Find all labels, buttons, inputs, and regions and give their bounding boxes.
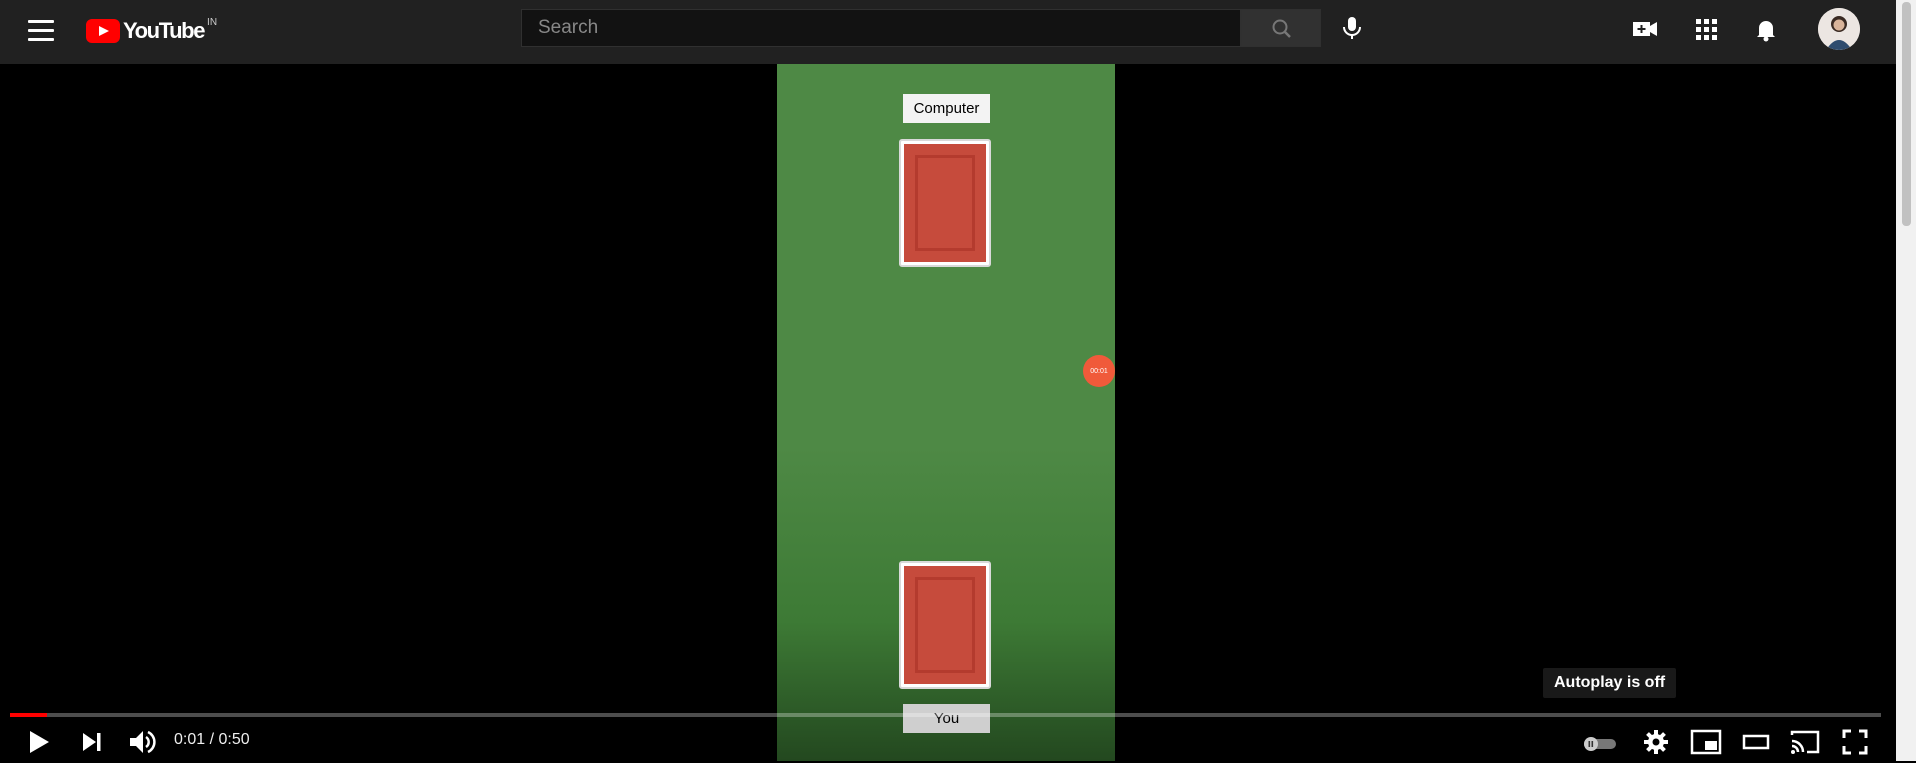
time-display: 0:01 / 0:50 — [174, 731, 250, 749]
card-back — [904, 144, 986, 262]
skip-next-icon — [83, 733, 101, 751]
apps-button[interactable] — [1689, 12, 1723, 46]
miniplayer-icon — [1690, 729, 1722, 755]
time-current: 0:01 — [174, 731, 206, 748]
region-code: IN — [207, 16, 218, 28]
card-back — [904, 566, 986, 684]
progress-bar[interactable] — [10, 713, 1881, 717]
settings-button[interactable] — [1641, 727, 1671, 757]
video-camera-plus-icon — [1633, 22, 1657, 36]
fullscreen-icon — [1842, 729, 1868, 755]
miniplayer-button[interactable] — [1690, 728, 1722, 756]
theater-mode-button[interactable] — [1741, 728, 1771, 756]
microphone-icon — [1343, 17, 1361, 39]
account-avatar[interactable] — [1818, 8, 1860, 50]
computer-label: Computer — [903, 94, 990, 123]
bell-icon — [1757, 21, 1775, 42]
next-button[interactable] — [78, 728, 106, 756]
search-input[interactable] — [522, 10, 1240, 46]
apps-grid-icon — [1696, 19, 1717, 40]
autoplay-toggle-icon — [1584, 737, 1616, 751]
logo-text: YouTube — [123, 18, 205, 43]
hamburger-menu-icon[interactable] — [28, 20, 54, 42]
player-card — [899, 561, 991, 689]
theater-mode-icon — [1742, 734, 1770, 750]
cast-icon — [1790, 730, 1820, 754]
masthead: YouTube IN — [0, 0, 1896, 64]
fullscreen-button[interactable] — [1840, 727, 1870, 757]
youtube-play-icon — [86, 19, 120, 43]
notifications-button[interactable] — [1749, 12, 1783, 46]
autoplay-toggle[interactable] — [1582, 731, 1618, 755]
volume-icon — [130, 730, 156, 754]
player-label: You — [903, 704, 990, 733]
timer-badge: 00:01 — [1083, 355, 1115, 387]
youtube-logo[interactable]: YouTube IN — [86, 14, 217, 48]
gear-icon — [1644, 730, 1668, 754]
autoplay-tooltip: Autoplay is off — [1543, 668, 1677, 698]
play-icon — [30, 731, 49, 753]
voice-search-button[interactable] — [1336, 12, 1368, 44]
cast-button[interactable] — [1789, 727, 1821, 757]
time-separator: / — [205, 731, 219, 748]
time-total: 0:50 — [218, 731, 250, 748]
scrollbar-thumb[interactable] — [1902, 2, 1911, 226]
mute-button[interactable] — [126, 726, 158, 758]
search-box — [521, 9, 1241, 47]
play-button[interactable] — [24, 727, 54, 757]
create-video-button[interactable] — [1628, 12, 1662, 46]
computer-card — [899, 139, 991, 267]
progress-played — [10, 713, 48, 717]
search-icon — [1272, 19, 1291, 38]
avatar-image — [1818, 8, 1860, 50]
search-button[interactable] — [1241, 9, 1321, 47]
